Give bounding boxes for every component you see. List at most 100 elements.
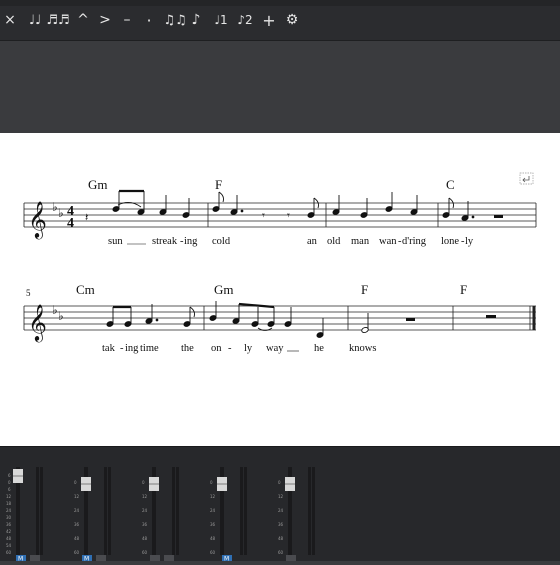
voice-1-button[interactable]: ♩1	[210, 8, 232, 32]
lyric-syllable[interactable]: on	[211, 343, 222, 354]
add-button[interactable]: +	[260, 8, 278, 32]
close-button[interactable]: ×	[2, 8, 18, 32]
chord-symbol[interactable]: C	[446, 177, 455, 192]
chord-symbol[interactable]: Cm	[76, 282, 95, 297]
treble-clef-icon: 𝄞	[28, 200, 47, 239]
lyric-hyphen: -	[228, 343, 232, 354]
grace-note-button[interactable]: ♪	[188, 8, 204, 32]
lyric-syllable[interactable]: ly	[244, 343, 253, 354]
lyric-syllable[interactable]: ly	[465, 236, 474, 247]
score-canvas[interactable]: 𝄞 ♭ ♭ 4 4 Gm F C 𝄽 𝄾 𝄾 sun streak - ing …	[0, 133, 560, 446]
flat-icon: ♭	[58, 206, 64, 220]
lyric-syllable[interactable]: time	[140, 343, 159, 354]
svg-text:48: 48	[278, 536, 284, 541]
settings-button[interactable]: ⚙	[282, 8, 302, 32]
voice-1-icon: ♩1	[214, 13, 228, 27]
svg-text:24: 24	[142, 508, 148, 513]
lyric-syllable[interactable]: tak	[102, 343, 116, 354]
flat-icon: ♭	[52, 200, 58, 214]
solo-button[interactable]	[96, 555, 106, 561]
lyric-syllable[interactable]: way	[266, 343, 284, 354]
lyric-syllable[interactable]: cold	[212, 236, 231, 247]
line-break-icon[interactable]	[519, 172, 534, 185]
chord-symbol[interactable]: Gm	[88, 177, 108, 192]
measure-6-notes	[209, 301, 324, 338]
level-meter	[36, 467, 39, 555]
level-meter	[244, 467, 247, 555]
tie-notes-button[interactable]: ♩♩	[24, 8, 46, 32]
staff-system-1	[23, 202, 537, 228]
svg-text:30: 30	[6, 515, 12, 520]
svg-text:12: 12	[278, 494, 284, 499]
voice-2-icon: ♪2	[237, 13, 253, 27]
measure-number: 5	[26, 288, 31, 298]
mute-button[interactable]: M	[16, 555, 26, 563]
marcato-button[interactable]: ^	[75, 8, 91, 32]
svg-text:24: 24	[210, 508, 216, 513]
solo-button[interactable]	[30, 555, 40, 561]
tuplet-button[interactable]: ♫♫	[163, 8, 187, 32]
lyric-syllable[interactable]: old	[327, 236, 341, 247]
plus-icon: +	[262, 10, 276, 30]
level-meter	[312, 467, 315, 555]
chord-symbol[interactable]: Gm	[214, 282, 234, 297]
voice-2-button[interactable]: ♪2	[234, 8, 256, 32]
tenuto-button[interactable]: –	[119, 8, 135, 32]
chord-symbol[interactable]: F	[215, 177, 222, 192]
beam-notes-button[interactable]: ♬♬	[46, 8, 70, 32]
svg-text:𝄽: 𝄽	[85, 211, 88, 224]
svg-text:12: 12	[142, 494, 148, 499]
svg-text:48: 48	[6, 536, 12, 541]
lyric-syllable[interactable]: man	[351, 236, 370, 247]
mute-button[interactable]	[286, 555, 296, 561]
gear-icon: ⚙	[285, 12, 299, 28]
svg-text:36: 36	[142, 522, 148, 527]
lyric-syllable[interactable]: knows	[349, 343, 376, 354]
close-icon: ×	[4, 12, 16, 28]
lyric-syllable[interactable]: lone	[441, 236, 459, 247]
svg-text:M: M	[18, 556, 23, 562]
svg-text:M: M	[224, 556, 229, 562]
window-top-strip	[0, 0, 560, 6]
lyric-hyphen: -	[120, 343, 124, 354]
tied-notes-icon: ♩♩	[28, 12, 42, 28]
flat-icon: ♭	[52, 303, 58, 317]
measure-3-notes	[332, 192, 418, 218]
lyric-syllable[interactable]: d'ring	[402, 236, 427, 247]
beamed-notes-icon: ♬♬	[46, 12, 70, 28]
fader-scale: 0 12 24 36 48 60	[74, 480, 80, 555]
svg-text:0: 0	[74, 480, 77, 485]
grace-note-icon: ♪	[191, 12, 201, 28]
staccato-button[interactable]: ·	[141, 8, 157, 32]
svg-text:24: 24	[278, 508, 284, 513]
svg-text:36: 36	[6, 522, 12, 527]
measure-4-notes	[442, 197, 503, 221]
mute-button[interactable]	[150, 555, 160, 561]
svg-text:48: 48	[210, 536, 216, 541]
staff-system-2	[23, 305, 536, 331]
level-meter	[308, 467, 311, 555]
svg-text:0: 0	[210, 480, 213, 485]
fader-scale: 0 12 24 36 48 60	[142, 480, 148, 555]
mute-button[interactable]: M	[82, 555, 92, 563]
mute-button[interactable]: M	[222, 555, 232, 563]
lyric-syllable[interactable]: sun	[108, 236, 123, 247]
accent-button[interactable]: >	[97, 8, 113, 32]
measure-2-notes: 𝄾 𝄾	[212, 191, 319, 222]
lyric-syllable[interactable]: streak	[152, 236, 178, 247]
lyric-syllable[interactable]: ing	[184, 236, 198, 247]
solo-button[interactable]	[164, 555, 174, 561]
lyric-syllable[interactable]: wan	[379, 236, 397, 247]
tuplet-icon: ♫♫	[163, 12, 187, 28]
lyric-syllable[interactable]: the	[181, 343, 194, 354]
mixer-svg: 6 0 6 12 18 24 30 36 42 48 54 60 M 0 12 …	[0, 447, 315, 563]
svg-text:0: 0	[278, 480, 281, 485]
lyric-syllable[interactable]: he	[314, 343, 324, 354]
lyric-syllable[interactable]: ing	[125, 343, 139, 354]
chord-symbol[interactable]: F	[460, 282, 467, 297]
lyric-syllable[interactable]: an	[307, 236, 318, 247]
chord-symbol[interactable]: F	[361, 282, 368, 297]
tenuto-icon: –	[123, 12, 131, 28]
fader-scale: 0 12 24 36 48 60	[278, 480, 284, 555]
svg-text:M: M	[84, 556, 89, 562]
